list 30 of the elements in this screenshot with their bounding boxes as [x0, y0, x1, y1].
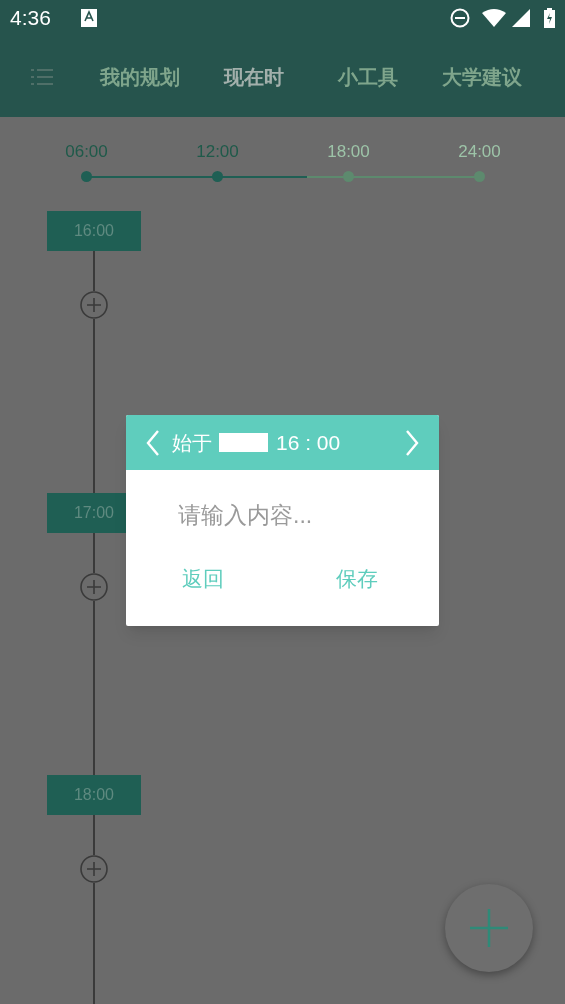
keyboard-notification-icon	[80, 9, 97, 27]
nav-tab[interactable]: 大学建议	[425, 61, 539, 92]
redaction-bar	[219, 433, 268, 452]
scale-tick-label: 06:00	[65, 141, 108, 163]
add-icon[interactable]	[80, 573, 108, 601]
add-icon[interactable]	[80, 291, 108, 319]
nav-tab[interactable]: 现在时	[197, 61, 311, 92]
do-not-disturb-icon	[450, 8, 470, 28]
wifi-icon	[482, 9, 506, 27]
add-icon[interactable]	[80, 855, 108, 883]
plus-icon	[470, 909, 508, 947]
nav-tab[interactable]: 我的规划	[83, 61, 197, 92]
menu-icon[interactable]	[31, 68, 53, 85]
next-icon[interactable]	[405, 429, 419, 456]
dialog-button[interactable]: 保存	[336, 562, 378, 594]
scale-tick-label: 12:00	[196, 141, 239, 163]
time-slot-label: 16:00	[47, 211, 141, 251]
battery-icon	[544, 8, 555, 28]
content-input[interactable]: 请输入内容...	[178, 498, 418, 533]
time-slot-label: 18:00	[47, 775, 141, 815]
add-button[interactable]	[445, 884, 533, 972]
start-time: 16 : 00	[276, 429, 341, 456]
nav-tab[interactable]: 小工具	[311, 61, 425, 92]
previous-icon[interactable]	[146, 429, 160, 456]
signal-icon	[512, 9, 530, 27]
scale-tick-label: 18:00	[327, 141, 370, 163]
scale-tick-label: 24:00	[458, 141, 501, 163]
start-label: 始于	[172, 430, 212, 456]
status-time: 4:36	[10, 5, 51, 32]
dialog-button[interactable]: 返回	[182, 562, 224, 594]
